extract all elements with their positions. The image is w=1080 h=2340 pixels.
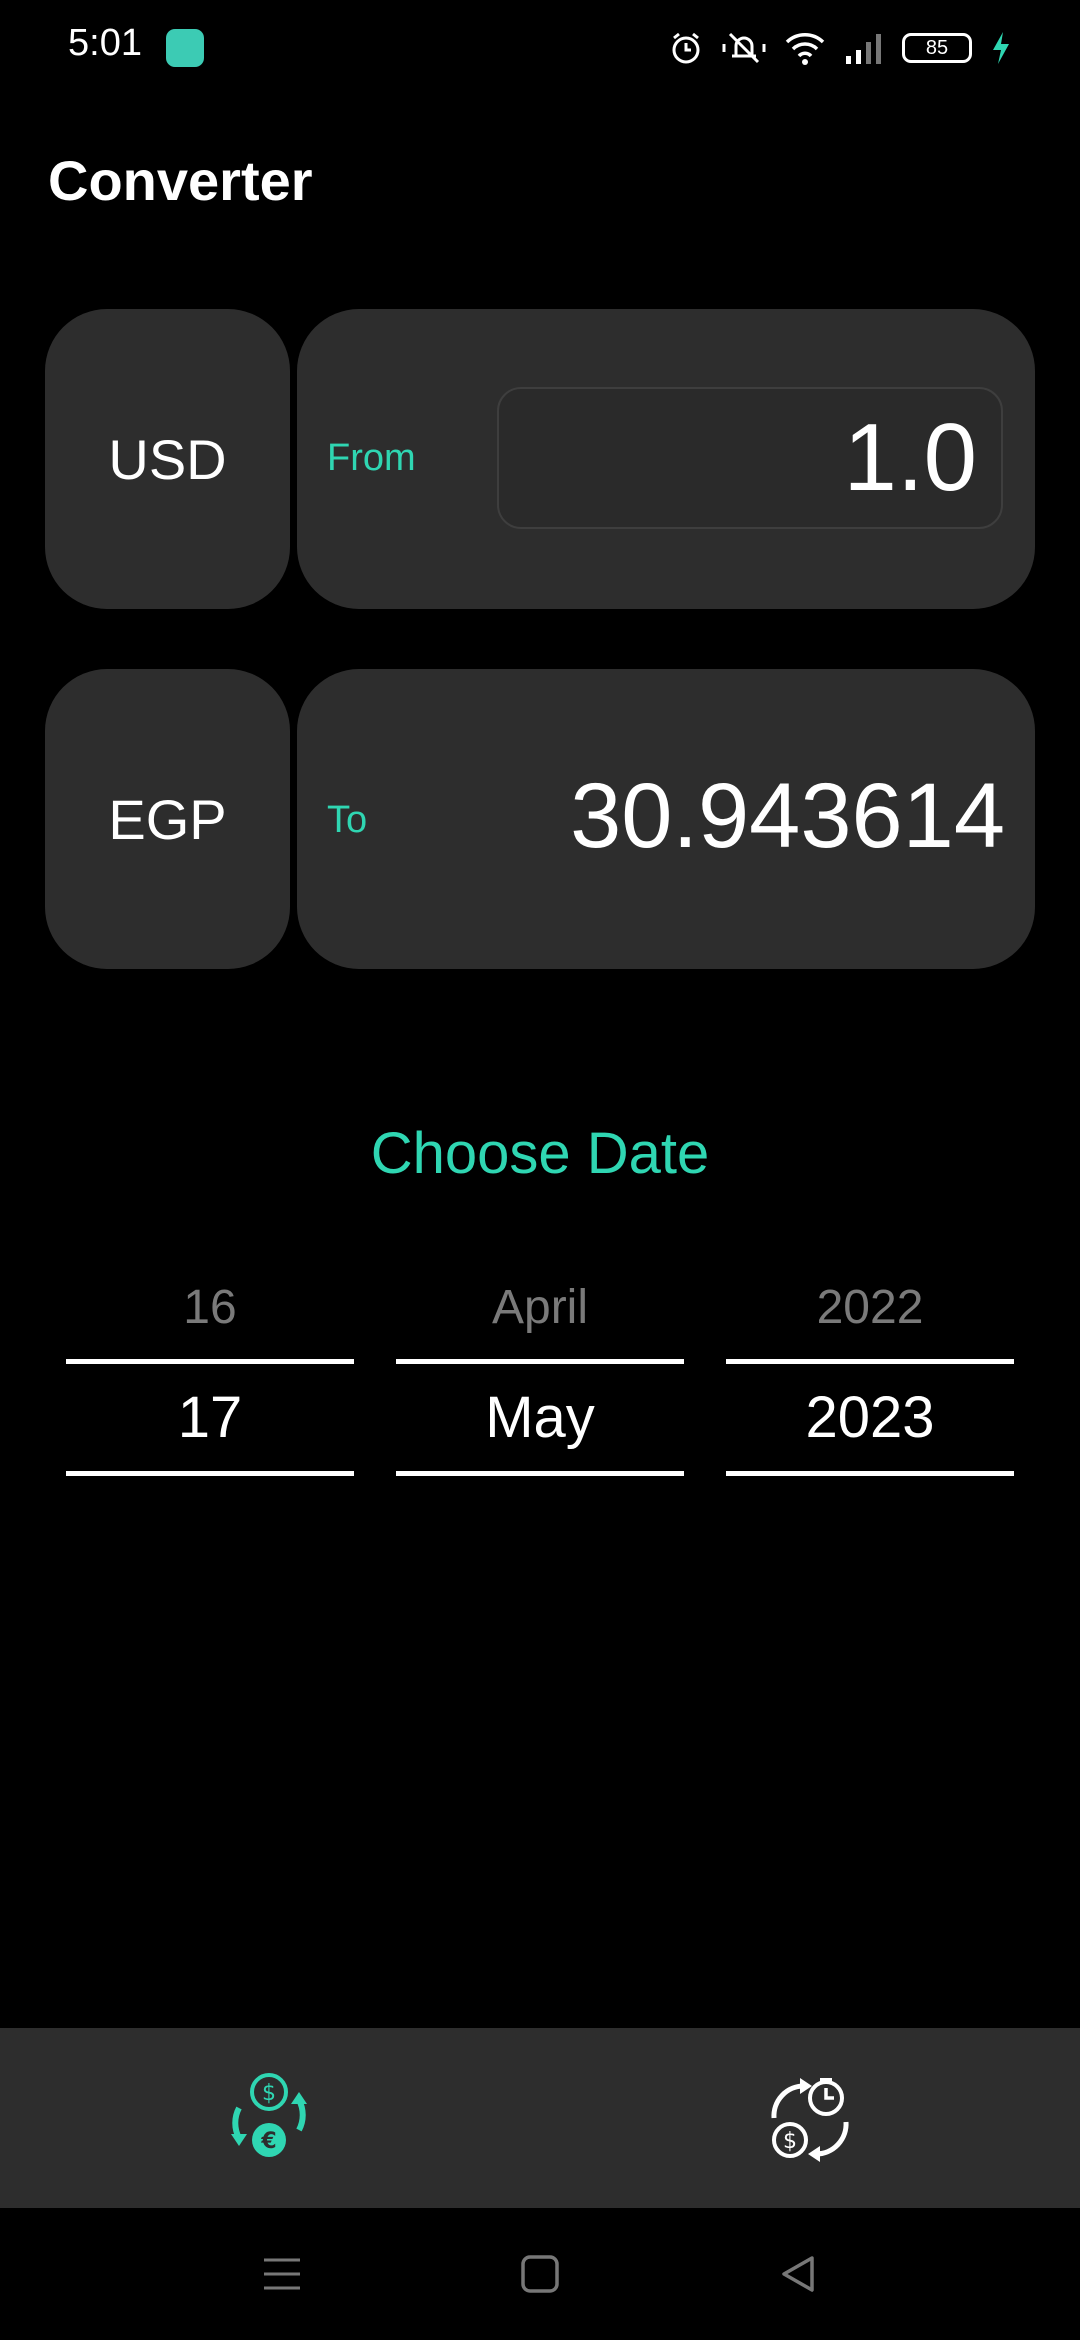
year-picker[interactable]: 2022 2023	[726, 1280, 1014, 1476]
month-divider-top	[396, 1359, 684, 1364]
history-exchange-icon: $	[771, 2078, 849, 2162]
from-amount-card: From 1.0	[297, 309, 1035, 609]
year-prev[interactable]: 2022	[726, 1280, 1014, 1335]
year-divider-bottom	[726, 1471, 1014, 1476]
app-notification-icon	[166, 29, 204, 67]
menu-icon[interactable]	[262, 2254, 302, 2294]
svg-text:$: $	[262, 2081, 276, 2106]
day-divider-top	[66, 1359, 354, 1364]
day-prev[interactable]: 16	[66, 1280, 354, 1335]
converted-amount: 30.943614	[570, 765, 1005, 867]
month-picker[interactable]: April May	[396, 1280, 684, 1476]
nav-history-tab[interactable]: $	[760, 2068, 860, 2168]
month-divider-bottom	[396, 1471, 684, 1476]
from-currency-selector[interactable]: USD	[45, 309, 290, 609]
nav-converter-tab[interactable]: $ €	[219, 2068, 319, 2168]
month-prev[interactable]: April	[396, 1280, 684, 1335]
signal-icon	[846, 34, 881, 64]
from-label: From	[327, 437, 416, 479]
day-current[interactable]: 17	[66, 1384, 354, 1451]
from-currency-label: USD	[108, 427, 227, 491]
battery-icon: 85	[902, 33, 972, 63]
status-icons: 85	[668, 24, 1012, 72]
svg-text:$: $	[783, 2129, 797, 2154]
home-icon[interactable]	[520, 2254, 560, 2294]
alarm-icon	[672, 32, 700, 64]
svg-text:€: €	[260, 2129, 276, 2154]
year-divider-top	[726, 1359, 1014, 1364]
currency-exchange-icon: $ €	[231, 2073, 307, 2157]
choose-date-title: Choose Date	[370, 1121, 710, 1186]
to-currency-label: EGP	[108, 787, 227, 851]
status-time: 5:01	[68, 22, 142, 64]
system-navigation-bar	[0, 2208, 1080, 2340]
day-picker[interactable]: 16 17	[66, 1280, 354, 1476]
month-current[interactable]: May	[396, 1384, 684, 1451]
back-icon[interactable]	[778, 2254, 818, 2294]
bottom-navigation: $ € $	[0, 2028, 1080, 2208]
charging-icon	[993, 32, 1009, 64]
year-current[interactable]: 2023	[726, 1384, 1014, 1451]
wifi-icon	[785, 33, 825, 65]
to-label: To	[327, 799, 368, 841]
muted-bell-icon	[722, 32, 766, 64]
page-title: Converter	[48, 149, 313, 212]
to-amount-card: To 30.943614	[297, 669, 1035, 969]
to-currency-selector[interactable]: EGP	[45, 669, 290, 969]
day-divider-bottom	[66, 1471, 354, 1476]
from-amount-input[interactable]: 1.0	[497, 387, 1003, 529]
